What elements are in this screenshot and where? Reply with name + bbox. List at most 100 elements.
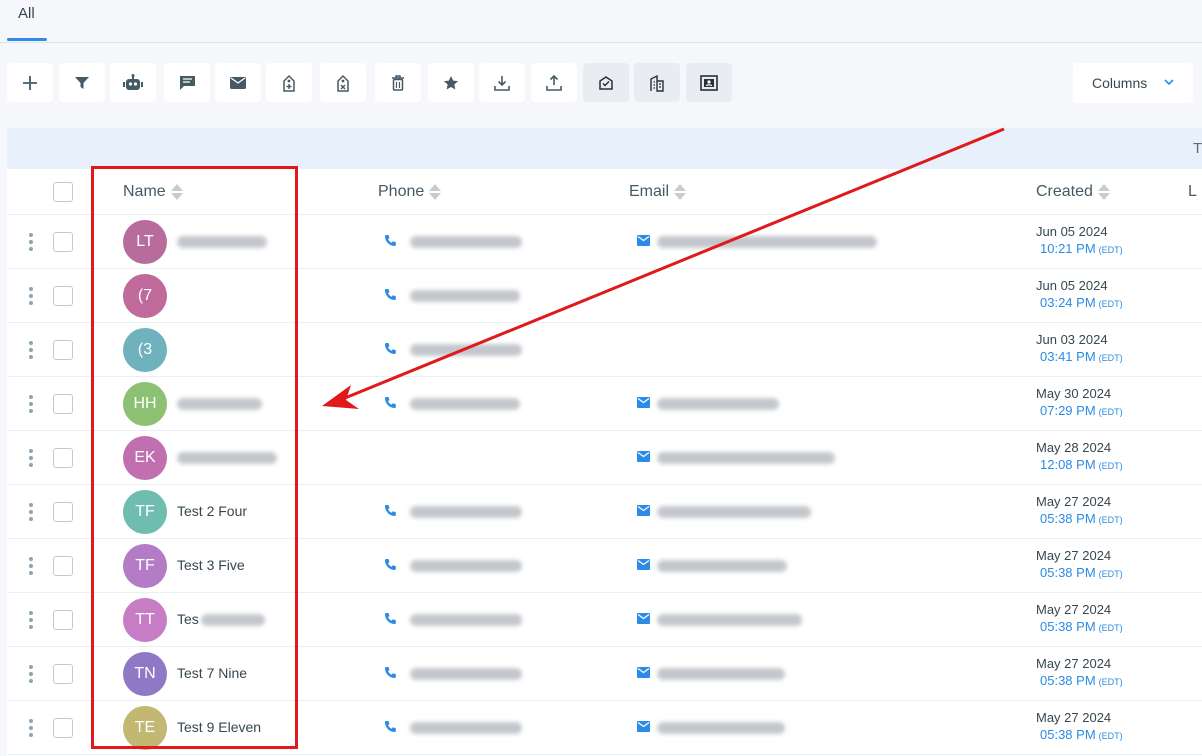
tag-remove-button[interactable] bbox=[320, 63, 366, 102]
column-last-label: L bbox=[1188, 183, 1197, 200]
row-menu-icon[interactable] bbox=[29, 611, 35, 629]
row-checkbox[interactable] bbox=[53, 340, 73, 360]
column-header-last[interactable]: L bbox=[1188, 183, 1197, 201]
email-button[interactable] bbox=[215, 63, 261, 102]
row-menu-icon[interactable] bbox=[29, 233, 35, 251]
created-date: May 27 2024 bbox=[1036, 602, 1112, 617]
email-icon bbox=[637, 721, 650, 732]
column-created-label: Created bbox=[1036, 183, 1093, 200]
email-icon bbox=[637, 451, 650, 462]
phone-value[interactable] bbox=[410, 398, 520, 410]
row-menu-icon[interactable] bbox=[29, 719, 35, 737]
column-header-phone[interactable]: Phone bbox=[378, 183, 442, 201]
filter-icon bbox=[75, 76, 89, 89]
sort-icon bbox=[674, 183, 687, 201]
phone-value[interactable] bbox=[410, 560, 522, 572]
timezone-label: (EDT) bbox=[1098, 245, 1123, 255]
email-value[interactable] bbox=[657, 506, 811, 518]
created-time: 03:41 PM (EDT) bbox=[1040, 349, 1123, 364]
row-checkbox[interactable] bbox=[53, 610, 73, 630]
row-checkbox[interactable] bbox=[53, 232, 73, 252]
phone-icon bbox=[385, 505, 396, 516]
delete-button[interactable] bbox=[375, 63, 421, 102]
email-value[interactable] bbox=[657, 668, 785, 680]
envelope-icon bbox=[230, 76, 246, 89]
created-time: 05:38 PM (EDT) bbox=[1040, 619, 1123, 634]
bot-button[interactable] bbox=[110, 63, 156, 102]
created-time: 10:21 PM (EDT) bbox=[1040, 241, 1123, 256]
card-button[interactable] bbox=[686, 63, 732, 102]
timezone-label: (EDT) bbox=[1098, 407, 1123, 417]
created-time: 05:38 PM (EDT) bbox=[1040, 727, 1123, 742]
email-value[interactable] bbox=[657, 560, 787, 572]
created-time-value: 05:38 PM bbox=[1040, 511, 1096, 526]
created-time-value: 12:08 PM bbox=[1040, 457, 1096, 472]
mail-check-button[interactable] bbox=[583, 63, 629, 102]
phone-value[interactable] bbox=[410, 668, 522, 680]
created-date: May 27 2024 bbox=[1036, 494, 1112, 509]
phone-value[interactable] bbox=[410, 344, 522, 356]
export-button[interactable] bbox=[531, 63, 577, 102]
columns-dropdown[interactable]: Columns bbox=[1073, 63, 1193, 103]
created-time-value: 05:38 PM bbox=[1040, 619, 1096, 634]
email-value[interactable] bbox=[657, 722, 785, 734]
row-checkbox[interactable] bbox=[53, 448, 73, 468]
select-all-checkbox[interactable] bbox=[53, 182, 73, 202]
timezone-label: (EDT) bbox=[1098, 623, 1123, 633]
row-checkbox[interactable] bbox=[53, 286, 73, 306]
created-time: 05:38 PM (EDT) bbox=[1040, 511, 1123, 526]
row-menu-icon[interactable] bbox=[29, 557, 35, 575]
email-value[interactable] bbox=[657, 614, 802, 626]
row-menu-icon[interactable] bbox=[29, 449, 35, 467]
row-checkbox[interactable] bbox=[53, 718, 73, 738]
created-time: 12:08 PM (EDT) bbox=[1040, 457, 1123, 472]
phone-value[interactable] bbox=[410, 290, 520, 302]
email-value[interactable] bbox=[657, 236, 877, 248]
upload-icon bbox=[546, 74, 562, 91]
created-time-value: 10:21 PM bbox=[1040, 241, 1096, 256]
favorite-button[interactable] bbox=[428, 63, 474, 102]
tab-all[interactable]: All bbox=[7, 0, 47, 43]
columns-label: Columns bbox=[1092, 75, 1148, 91]
row-menu-icon[interactable] bbox=[29, 341, 35, 359]
created-time: 07:29 PM (EDT) bbox=[1040, 403, 1123, 418]
row-menu-icon[interactable] bbox=[29, 503, 35, 521]
row-checkbox[interactable] bbox=[53, 664, 73, 684]
message-button[interactable] bbox=[164, 63, 210, 102]
phone-icon bbox=[385, 397, 396, 408]
phone-icon bbox=[385, 721, 396, 732]
created-date: Jun 05 2024 bbox=[1036, 224, 1108, 239]
created-time-value: 05:38 PM bbox=[1040, 727, 1096, 742]
row-menu-icon[interactable] bbox=[29, 395, 35, 413]
row-menu-icon[interactable] bbox=[29, 287, 35, 305]
phone-value[interactable] bbox=[410, 506, 522, 518]
import-button[interactable] bbox=[479, 63, 525, 102]
row-checkbox[interactable] bbox=[53, 556, 73, 576]
phone-value[interactable] bbox=[410, 236, 522, 248]
column-header-created[interactable]: Created bbox=[1036, 183, 1110, 201]
email-value[interactable] bbox=[657, 398, 779, 410]
email-value[interactable] bbox=[657, 452, 835, 464]
timezone-label: (EDT) bbox=[1098, 677, 1123, 687]
add-button[interactable] bbox=[7, 63, 53, 102]
company-button[interactable] bbox=[634, 63, 680, 102]
trash-icon bbox=[392, 74, 404, 91]
filter-button[interactable] bbox=[59, 63, 105, 102]
chevron-down-icon bbox=[1164, 79, 1174, 86]
phone-value[interactable] bbox=[410, 614, 522, 626]
row-checkbox[interactable] bbox=[53, 394, 73, 414]
sort-icon bbox=[1097, 183, 1110, 201]
row-checkbox[interactable] bbox=[53, 502, 73, 522]
email-icon bbox=[637, 397, 650, 408]
column-header-email[interactable]: Email bbox=[629, 183, 687, 201]
tag-add-button[interactable] bbox=[266, 63, 312, 102]
created-time: 05:38 PM (EDT) bbox=[1040, 673, 1123, 688]
timezone-label: (EDT) bbox=[1098, 353, 1123, 363]
created-time: 05:38 PM (EDT) bbox=[1040, 565, 1123, 580]
phone-icon bbox=[385, 343, 396, 354]
created-time: 03:24 PM (EDT) bbox=[1040, 295, 1123, 310]
created-date: Jun 05 2024 bbox=[1036, 278, 1108, 293]
phone-value[interactable] bbox=[410, 722, 522, 734]
row-menu-icon[interactable] bbox=[29, 665, 35, 683]
tab-all-label: All bbox=[18, 5, 35, 22]
